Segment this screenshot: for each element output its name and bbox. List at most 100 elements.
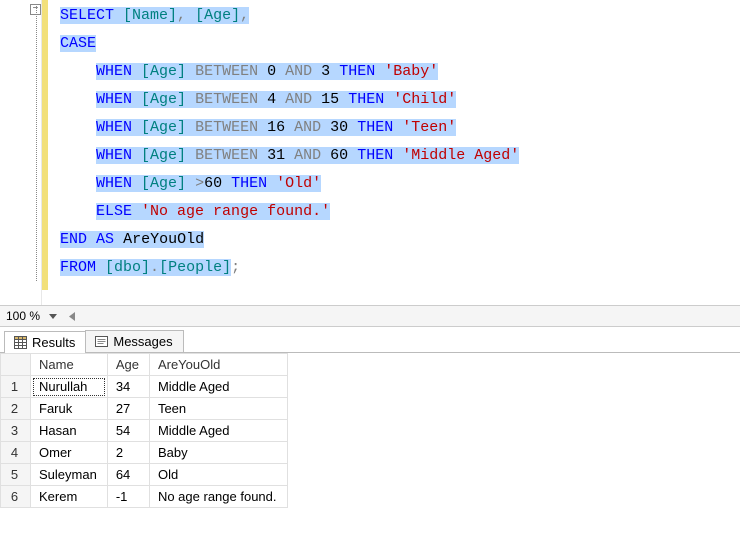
grid-icon: [13, 336, 27, 350]
code-token: END: [60, 231, 87, 248]
messages-icon: [94, 335, 108, 349]
code-token: THEN: [357, 147, 393, 164]
tab-results[interactable]: Results: [4, 331, 86, 353]
code-line[interactable]: SELECT [Name], [Age],: [60, 2, 519, 30]
code-token: [60, 203, 96, 220]
tab-messages[interactable]: Messages: [85, 330, 183, 352]
code-token: [276, 91, 285, 108]
grid-cell[interactable]: 2: [107, 442, 149, 464]
grid-cell[interactable]: No age range found.: [149, 486, 287, 508]
grid-cell[interactable]: Hasan: [31, 420, 108, 442]
grid-cell[interactable]: Faruk: [31, 398, 108, 420]
column-header[interactable]: AreYouOld: [149, 354, 287, 376]
grid-cell[interactable]: Old: [149, 464, 287, 486]
code-line[interactable]: WHEN [Age] BETWEEN 31 AND 60 THEN 'Middl…: [60, 142, 519, 170]
code-token: [285, 147, 294, 164]
code-token: [267, 175, 276, 192]
row-number-cell[interactable]: 1: [1, 376, 31, 398]
code-token: 60: [204, 175, 222, 192]
code-token: [People]: [159, 259, 231, 276]
code-token: [312, 63, 321, 80]
row-number-cell[interactable]: 3: [1, 420, 31, 442]
code-token: [321, 119, 330, 136]
grid-cell[interactable]: Kerem: [31, 486, 108, 508]
code-token: [Name]: [123, 7, 177, 24]
row-number-cell[interactable]: 6: [1, 486, 31, 508]
code-token: [186, 175, 195, 192]
code-token: 0: [267, 63, 276, 80]
grid-cell[interactable]: 34: [107, 376, 149, 398]
zoom-dropdown-icon[interactable]: [46, 309, 60, 323]
column-header[interactable]: Age: [107, 354, 149, 376]
code-token: [132, 91, 141, 108]
code-token: ,: [240, 7, 249, 24]
results-grid[interactable]: NameAgeAreYouOld 1Nurullah34Middle Aged2…: [0, 353, 288, 508]
code-token: [186, 91, 195, 108]
code-line[interactable]: FROM [dbo].[People];: [60, 254, 519, 282]
results-pane: NameAgeAreYouOld 1Nurullah34Middle Aged2…: [0, 353, 740, 508]
code-line[interactable]: END AS AreYouOld: [60, 226, 519, 254]
code-line[interactable]: WHEN [Age] BETWEEN 0 AND 3 THEN 'Baby': [60, 58, 519, 86]
table-row[interactable]: 5Suleyman64Old: [1, 464, 288, 486]
column-header[interactable]: Name: [31, 354, 108, 376]
code-token: [60, 119, 96, 136]
code-token: 3: [321, 63, 330, 80]
code-token: WHEN: [96, 63, 132, 80]
grid-cell[interactable]: Middle Aged: [149, 376, 287, 398]
scroll-left-icon[interactable]: [64, 308, 80, 324]
code-token: FROM: [60, 259, 96, 276]
code-token: ;: [231, 259, 240, 276]
code-token: [114, 231, 123, 248]
code-line[interactable]: WHEN [Age] BETWEEN 16 AND 30 THEN 'Teen': [60, 114, 519, 142]
code-token: [375, 63, 384, 80]
code-token: [258, 91, 267, 108]
sql-code-area[interactable]: SELECT [Name], [Age],CASE WHEN [Age] BET…: [42, 0, 519, 305]
grid-cell[interactable]: -1: [107, 486, 149, 508]
results-tab-bar: Results Messages: [0, 327, 740, 353]
code-token: [132, 119, 141, 136]
grid-cell[interactable]: 54: [107, 420, 149, 442]
code-token: 'Old': [276, 175, 321, 192]
grid-cell[interactable]: Omer: [31, 442, 108, 464]
code-token: [87, 231, 96, 248]
grid-cell[interactable]: Baby: [149, 442, 287, 464]
grid-cell[interactable]: Nurullah: [31, 376, 108, 398]
code-token: 15: [321, 91, 339, 108]
code-token: SELECT: [60, 7, 114, 24]
code-token: WHEN: [96, 119, 132, 136]
code-token: [186, 147, 195, 164]
code-token: [393, 147, 402, 164]
code-line[interactable]: CASE: [60, 30, 519, 58]
table-row[interactable]: 4Omer2Baby: [1, 442, 288, 464]
zoom-value: 100 %: [6, 309, 46, 323]
code-token: AND: [285, 63, 312, 80]
table-row[interactable]: 6Kerem-1No age range found.: [1, 486, 288, 508]
table-row[interactable]: 2Faruk27Teen: [1, 398, 288, 420]
code-token: 'Child': [393, 91, 456, 108]
code-line[interactable]: WHEN [Age] >60 THEN 'Old': [60, 170, 519, 198]
code-token: WHEN: [96, 147, 132, 164]
code-token: THEN: [231, 175, 267, 192]
grid-cell[interactable]: Suleyman: [31, 464, 108, 486]
code-token: [60, 175, 96, 192]
code-token: WHEN: [96, 175, 132, 192]
grid-cell[interactable]: Middle Aged: [149, 420, 287, 442]
code-token: [60, 63, 96, 80]
row-number-cell[interactable]: 4: [1, 442, 31, 464]
row-number-cell[interactable]: 2: [1, 398, 31, 420]
zoom-toolbar: 100 %: [0, 305, 740, 327]
code-token: AreYouOld: [123, 231, 204, 248]
table-row[interactable]: 3Hasan54Middle Aged: [1, 420, 288, 442]
code-token: [276, 63, 285, 80]
code-token: [258, 119, 267, 136]
code-token: [96, 259, 105, 276]
grid-cell[interactable]: 64: [107, 464, 149, 486]
table-row[interactable]: 1Nurullah34Middle Aged: [1, 376, 288, 398]
grid-cell[interactable]: Teen: [149, 398, 287, 420]
code-line[interactable]: WHEN [Age] BETWEEN 4 AND 15 THEN 'Child': [60, 86, 519, 114]
grid-cell[interactable]: 27: [107, 398, 149, 420]
code-line[interactable]: ELSE 'No age range found.': [60, 198, 519, 226]
row-number-cell[interactable]: 5: [1, 464, 31, 486]
code-token: [186, 119, 195, 136]
code-token: .: [150, 259, 159, 276]
